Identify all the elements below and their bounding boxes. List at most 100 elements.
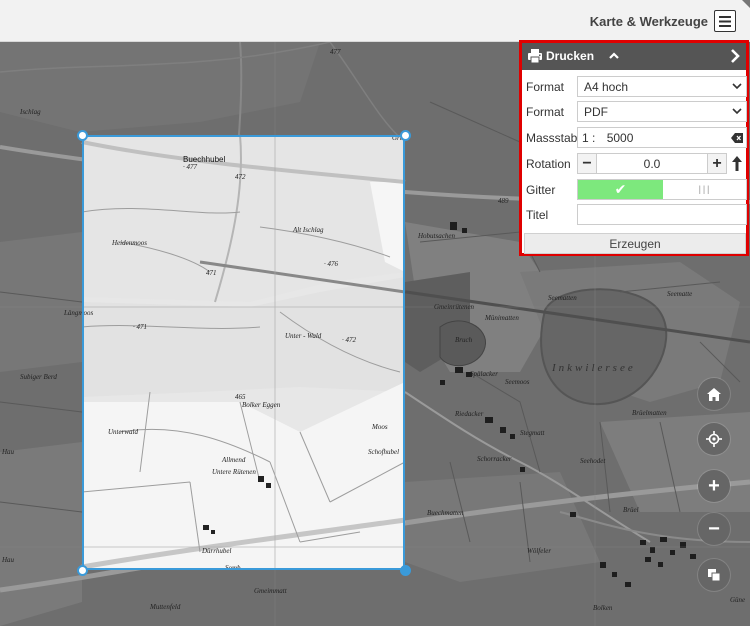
print-panel: Drucken Format A4 hoch Format PDF Massst… xyxy=(519,40,749,256)
print-frame-handle-bottom-left[interactable] xyxy=(77,565,88,576)
map-label-mattenfeld: Muttenfeld xyxy=(149,603,181,611)
home-icon xyxy=(707,387,721,401)
print-panel-header: Drucken xyxy=(522,43,746,70)
map-label-riedacker: Riedacker xyxy=(454,410,484,418)
hamburger-menu-button[interactable] xyxy=(714,10,736,32)
map-label-hau: Hau xyxy=(1,448,15,456)
map-label-bolker-eggen: Bolker Eggen xyxy=(242,401,281,409)
layers-button[interactable] xyxy=(698,559,730,591)
map-label-schofhubel: Schofhubel xyxy=(368,448,399,456)
format-type-row: Format PDF xyxy=(524,101,747,123)
map-label-stegmatt: Stegmatt xyxy=(520,429,546,437)
title-input[interactable] xyxy=(577,204,747,225)
generate-button[interactable]: Erzeugen xyxy=(524,233,746,254)
map-label-buechmatten: Buechmatten xyxy=(427,509,464,517)
print-frame-handle-top-right[interactable] xyxy=(400,130,411,141)
format-size-value: A4 hoch xyxy=(584,80,629,94)
clear-input-icon[interactable] xyxy=(731,133,743,143)
rotation-label: Rotation xyxy=(526,157,571,171)
zoom-out-button[interactable]: − xyxy=(698,513,730,545)
map-label-somb: Somb xyxy=(225,564,241,572)
format-type-value: PDF xyxy=(584,105,608,119)
printer-icon xyxy=(528,49,542,64)
scale-value: 5000 xyxy=(606,131,634,145)
format-size-label: Format xyxy=(526,80,565,94)
scale-input[interactable]: 1 : 5000 xyxy=(577,127,747,148)
rotation-value[interactable]: 0.0 xyxy=(597,153,707,174)
print-frame-rotate-handle[interactable] xyxy=(400,565,411,576)
locate-button[interactable] xyxy=(698,423,730,455)
spot-height-label: · 471 xyxy=(133,323,147,331)
top-bar: Karte & Werkzeuge xyxy=(0,0,750,42)
map-label-gmeinruetenen: Gmeinrütenen xyxy=(434,303,475,311)
map-label-subiger-berd: Subiger Berd xyxy=(20,373,57,381)
chevron-down-icon xyxy=(732,108,742,115)
rotation-decrease-button[interactable]: − xyxy=(577,153,597,174)
map-label-seehodet: Seehodet xyxy=(580,457,606,465)
format-size-row: Format A4 hoch xyxy=(524,76,747,98)
map-label-untere-ruetenen: Untere Rütenen xyxy=(212,468,256,476)
map-label-bruehlmatten: Brüelmatten xyxy=(632,409,667,417)
map-label-seemoos: Seemoos xyxy=(505,378,530,386)
grid-toggle-off[interactable]: III xyxy=(663,180,746,199)
map-label-baelken: Bolken xyxy=(593,604,613,612)
layers-icon xyxy=(708,569,721,582)
map-label-allmend: Allmend xyxy=(221,456,246,464)
map-label-bruch: Bruch xyxy=(455,336,473,344)
map-label-hau-2: Hau xyxy=(1,556,15,564)
grid-label: Gitter xyxy=(526,183,556,197)
map-label-heidenmoos: Heidenmoos xyxy=(111,239,147,247)
corner-fold-decoration xyxy=(742,0,750,8)
scale-row: Massstab 1 : 5000 xyxy=(524,127,747,149)
north-arrow-icon[interactable] xyxy=(730,156,744,171)
map-label-spaelacker: Spälacker xyxy=(470,370,498,378)
spot-height-label: · 472 xyxy=(342,336,357,344)
map-label-muenimatten: Münimatten xyxy=(484,314,519,322)
map-label-unterwald: Unterwald xyxy=(108,428,138,436)
scale-label: Massstab xyxy=(526,131,578,145)
map-label-schorrhacker: Schorracker xyxy=(477,455,512,463)
spot-height-label: 489 xyxy=(498,197,509,205)
grid-toggle-on[interactable]: ✔ xyxy=(578,180,663,199)
app-title: Karte & Werkzeuge xyxy=(589,14,708,29)
chevron-right-icon[interactable] xyxy=(728,48,742,64)
format-type-select[interactable]: PDF xyxy=(577,101,747,122)
map-label-hobutsachen: Hobutsachen xyxy=(417,232,455,240)
chevron-up-icon[interactable] xyxy=(607,49,621,63)
title-row: Titel xyxy=(524,204,747,226)
spot-height-label: · 476 xyxy=(324,260,339,268)
spot-height-label: 472 xyxy=(235,173,246,181)
chevron-down-icon xyxy=(732,83,742,90)
zoom-in-button[interactable]: + xyxy=(698,470,730,502)
map-label-moos: Moos xyxy=(371,423,388,431)
rotation-row: Rotation − 0.0 + xyxy=(524,153,746,175)
format-size-select[interactable]: A4 hoch xyxy=(577,76,747,97)
spot-height-label: 471 xyxy=(206,269,217,277)
spot-height-label: · 477 xyxy=(183,163,198,171)
map-label-alt-ischlag: Alt Ischlag xyxy=(292,226,324,234)
map-label-gmeimmatt: Gmeimmatt xyxy=(254,587,288,595)
spot-height-label: 477 xyxy=(330,48,341,56)
format-type-label: Format xyxy=(526,105,565,119)
map-label-unter-wald: Unter - Wald xyxy=(285,332,322,340)
spot-height-label: 465 xyxy=(235,393,246,401)
print-panel-title: Drucken xyxy=(546,49,595,63)
map-label-lake: Inkwilersee xyxy=(551,362,636,374)
rotation-increase-button[interactable]: + xyxy=(707,153,727,174)
map-label-brueel: Brüel xyxy=(623,506,639,514)
map-label-ischlag: Ischlag xyxy=(19,108,41,116)
grid-toggle[interactable]: ✔ III xyxy=(577,179,747,200)
map-label-duerrhubel: Dürrhubel xyxy=(201,547,231,555)
print-frame-handle-top-left[interactable] xyxy=(77,130,88,141)
map-label-seematte: Seematte xyxy=(667,290,692,298)
map-label-laengmoos: Längmoos xyxy=(63,309,93,317)
title-label: Titel xyxy=(526,208,549,222)
scale-prefix: 1 : xyxy=(582,131,596,145)
crosshair-locate-icon xyxy=(706,431,722,447)
hamburger-menu-icon xyxy=(719,15,731,27)
home-button[interactable] xyxy=(698,378,730,410)
grid-row: Gitter ✔ III xyxy=(524,179,747,201)
map-label-seematten: Seematten xyxy=(548,294,577,302)
map-label-guen: Güne xyxy=(730,596,745,604)
map-label-woelfeler: Wölfeler xyxy=(527,547,551,555)
